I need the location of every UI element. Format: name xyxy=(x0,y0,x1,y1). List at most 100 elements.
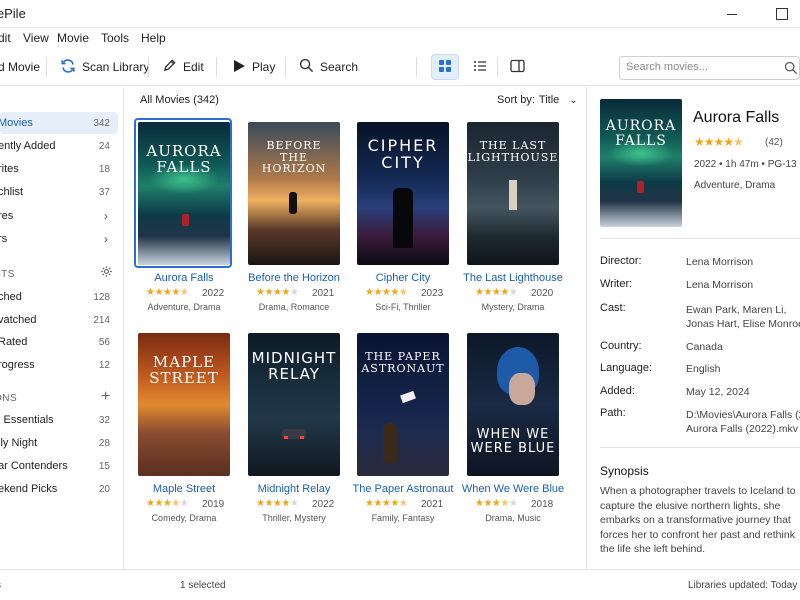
detail-genre: Adventure, Drama xyxy=(694,180,776,191)
minimize-button[interactable] xyxy=(712,0,752,28)
grid-title: All Movies (342) xyxy=(140,94,219,106)
sidebar-item-label: res xyxy=(0,210,14,222)
movie-year: 2020 xyxy=(531,288,554,299)
sidebar-item-collection[interactable]: ily Night 28 xyxy=(0,432,118,454)
toggle-details-pane-button[interactable] xyxy=(503,54,531,80)
movie-poster: WHEN WE WERE BLUE xyxy=(467,333,559,476)
movie-title[interactable]: The Paper Astronaut xyxy=(347,483,459,495)
movie-poster: MIDNIGHT RELAY xyxy=(248,333,340,476)
star-rating: ★★★★★ xyxy=(694,135,744,149)
add-movie-button[interactable]: d Movie xyxy=(0,54,40,80)
toolbar-divider xyxy=(216,57,217,77)
sidebar-item-top-rated[interactable]: Rated 56 xyxy=(0,331,118,353)
field-value-director: Lena Morrison xyxy=(686,256,754,268)
edit-button[interactable]: Edit xyxy=(162,54,204,80)
scan-library-button[interactable]: Scan Library xyxy=(60,54,149,80)
menu-help[interactable]: Help xyxy=(141,31,166,45)
movie-card[interactable]: CIPHER CITY Cipher City ★★★★★ 2023 Sci-Fi… xyxy=(357,122,453,322)
sidebar-item-label: ily Night xyxy=(0,437,38,449)
movie-card[interactable]: BEFORE THE HORIZON Before the Horizon ★★★★… xyxy=(248,122,344,322)
menu-tools[interactable]: Tools xyxy=(101,31,129,45)
search-icon[interactable] xyxy=(784,61,798,78)
field-value-country: Canada xyxy=(686,341,723,353)
menu-movie[interactable]: Movie xyxy=(57,31,89,45)
panel-icon xyxy=(509,59,525,76)
sidebar-item-unwatched[interactable]: vatched 214 xyxy=(0,309,118,331)
sidebar-item-watched[interactable]: ched 128 xyxy=(0,286,118,308)
list-view-button[interactable] xyxy=(466,54,494,80)
toolbar-divider xyxy=(285,57,286,77)
movie-year: 2018 xyxy=(531,499,554,510)
play-label: Play xyxy=(252,60,276,74)
star-rating: ★★★★★ xyxy=(256,287,299,298)
movie-year: 2021 xyxy=(421,499,444,510)
poster-title: AURORA FALLS xyxy=(146,142,222,176)
play-icon xyxy=(232,59,246,76)
sidebar-item-favorites[interactable]: rites 18 xyxy=(0,158,118,180)
movie-title[interactable]: Maple Street xyxy=(128,483,240,495)
star-rating: ★★★★★ xyxy=(256,498,299,509)
sidebar-item-count: 56 xyxy=(98,336,110,348)
maximize-button[interactable] xyxy=(762,0,800,28)
movie-card[interactable]: THE PAPER ASTRONAUT The Paper Astronaut ★… xyxy=(353,333,453,533)
sidebar-item-all-movies[interactable]: Movies 342 xyxy=(0,112,118,134)
field-value-language: English xyxy=(686,363,721,375)
movie-poster: BEFORE THE HORIZON xyxy=(248,122,340,265)
movie-poster: MAPLE STREET xyxy=(138,333,230,476)
movie-year: 2023 xyxy=(421,288,444,299)
synopsis-text: When a photographer travels to Iceland t… xyxy=(600,485,796,555)
sidebar-item-label: Movies xyxy=(0,117,33,129)
field-value-path[interactable]: D:\Movies\Aurora Falls (2022)\ Aurora Fa… xyxy=(686,408,800,436)
grid-view-button[interactable] xyxy=(431,54,459,80)
detail-poster-title: AURORA FALLS xyxy=(605,118,677,149)
movie-card[interactable]: MIDNIGHT RELAY Midnight Relay ★★★★★ 2022 … xyxy=(248,333,344,533)
search-input[interactable] xyxy=(626,61,776,73)
sidebar-item-count: 32 xyxy=(98,414,110,426)
plus-icon[interactable]: + xyxy=(101,388,110,406)
divider xyxy=(600,238,800,239)
sidebar-item-years[interactable]: rs › xyxy=(0,228,118,250)
menu-view[interactable]: View xyxy=(23,31,49,45)
poster-title: CIPHER CITY xyxy=(367,136,439,172)
movie-title[interactable]: Cipher City xyxy=(347,272,459,284)
movie-title[interactable]: Midnight Relay xyxy=(238,483,350,495)
sidebar-item-collection[interactable]: ekend Picks 20 xyxy=(0,478,118,500)
sidebar-item-genres[interactable]: res › xyxy=(0,205,118,227)
field-label: Added: xyxy=(600,385,635,397)
sidebar-item-label: rites xyxy=(0,163,19,175)
sidebar-item-in-progress[interactable]: rogress 12 xyxy=(0,354,118,376)
search-box[interactable] xyxy=(619,56,800,80)
movie-card[interactable]: WHEN WE WERE BLUE When We Were Blue ★★★★★… xyxy=(462,333,564,533)
sidebar-item-collection[interactable]: ar Contenders 15 xyxy=(0,455,118,477)
movie-genre: Drama, Romance xyxy=(258,302,330,312)
sort-dropdown[interactable]: Sort by: Title ⌄ xyxy=(497,94,578,106)
star-rating: ★★★★★ xyxy=(365,498,408,509)
movie-poster: THE LAST LIGHTHOUSE xyxy=(467,122,559,265)
sidebar-item-watchlist[interactable]: chlist 37 xyxy=(0,181,118,203)
sidebar-item-collection[interactable]: i Essentials 32 xyxy=(0,409,118,431)
movie-genre: Adventure, Drama xyxy=(147,302,221,312)
status-left-text: s xyxy=(0,580,1,591)
detail-meta: 2022 • 1h 47m • PG-13 xyxy=(694,159,797,170)
movie-title[interactable]: When We Were Blue xyxy=(457,483,569,495)
sidebar-item-recently-added[interactable]: ently Added 24 xyxy=(0,135,118,157)
toolbar-divider xyxy=(497,57,498,77)
chevron-down-icon: ⌄ xyxy=(569,94,578,106)
field-label: Path: xyxy=(600,407,626,419)
movie-year: 2021 xyxy=(312,288,335,299)
chevron-right-icon: › xyxy=(104,232,108,246)
gear-icon[interactable] xyxy=(100,265,113,281)
detail-title: Aurora Falls xyxy=(693,109,780,126)
movie-title[interactable]: The Last Lighthouse xyxy=(457,272,569,284)
movie-title[interactable]: Before the Horizon xyxy=(238,272,350,284)
play-button[interactable]: Play xyxy=(232,54,275,80)
movie-year: 2022 xyxy=(202,288,225,299)
menu-edit[interactable]: dit xyxy=(0,31,11,45)
search-button[interactable]: Search xyxy=(299,54,358,80)
movie-card[interactable]: MAPLE STREET Maple Street ★★★★★ 2019 Come… xyxy=(138,333,234,533)
movie-card[interactable]: AURORA FALLS Aurora Falls ★★★★★ 2022 Adve… xyxy=(134,118,234,322)
movie-genre: Comedy, Drama xyxy=(151,513,217,523)
list-icon xyxy=(473,59,487,76)
movie-title[interactable]: Aurora Falls xyxy=(128,272,240,284)
movie-card[interactable]: THE LAST LIGHTHOUSE The Last Lighthouse ★… xyxy=(463,122,563,322)
